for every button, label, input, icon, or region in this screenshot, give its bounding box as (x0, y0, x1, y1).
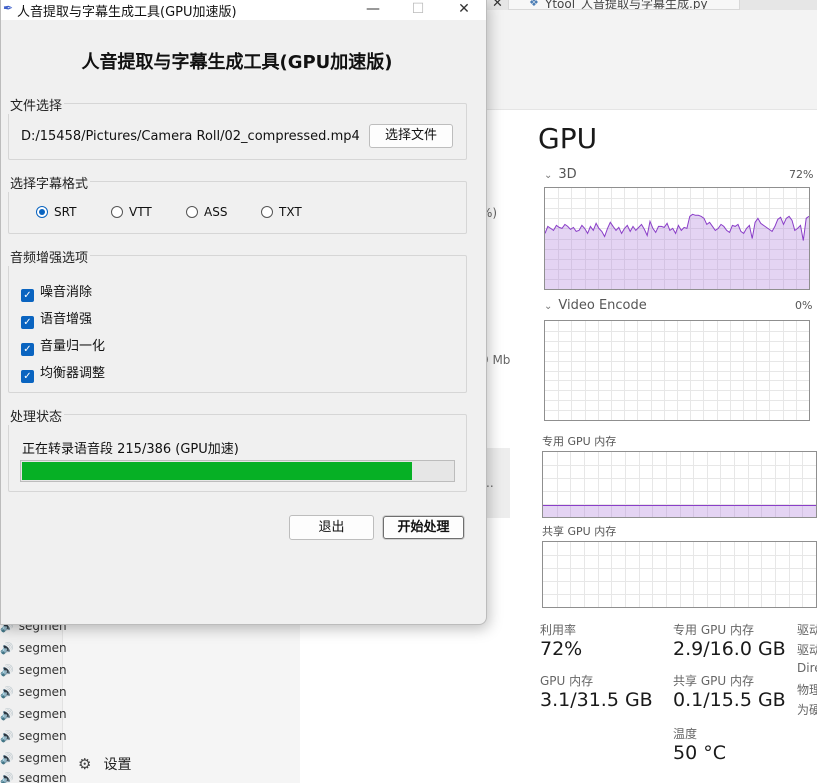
device-ellipsis-partial: .. (486, 476, 494, 490)
checkmark-icon: ✓ (21, 370, 34, 383)
reserved-memory-label-partial: 为硬 (797, 703, 817, 717)
graph-3d (544, 187, 810, 290)
explorer-settings-item[interactable]: ⚙ 设置 (78, 754, 131, 774)
app-heading: 人音提取与字幕生成工具(GPU加速版) (81, 52, 393, 73)
gpu-memory-value: 3.1/31.5 GB (540, 689, 653, 711)
start-processing-button[interactable]: 开始处理 (383, 516, 464, 539)
maximize-button[interactable]: ☐ (398, 0, 438, 20)
shared-memory-value: 0.1/15.5 GB (673, 689, 786, 711)
processing-status-text: 正在转录语音段 215/386 (GPU加速) (22, 442, 239, 457)
driver-label-partial: 驱动 (797, 623, 817, 637)
processing-status-title: 处理状态 (8, 406, 65, 425)
driver-date-label-partial: 驱动 (797, 643, 817, 657)
close-button[interactable]: ✕ (444, 0, 484, 20)
voice-enhancement-checkbox[interactable]: ✓ 语音增强 (21, 308, 92, 329)
graph-3d-label[interactable]: ⌄ 3D (544, 167, 577, 182)
file-selection-title: 文件选择 (8, 95, 65, 114)
progress-fill (22, 462, 412, 480)
graph-video-encode (544, 320, 810, 421)
volume-normalize-checkbox[interactable]: ✓ 音量归一化 (21, 335, 105, 356)
segment-file-item[interactable]: 🔊 segmen (0, 751, 67, 773)
graph-shared-memory (542, 541, 817, 608)
utilization-label: 利用率 (540, 623, 577, 637)
graph-dedicated-memory (542, 451, 817, 518)
graph-video-encode-value: 0% (795, 299, 813, 312)
dedicated-memory-usage-area (543, 505, 816, 517)
chevron-down-icon: ⌄ (544, 301, 553, 312)
physical-location-label-partial: 物理 (797, 683, 817, 697)
graph-dedicated-memory-label: 专用 GPU 内存 (542, 435, 617, 448)
minimize-button[interactable]: — (353, 0, 393, 20)
gear-icon: ⚙ (78, 755, 92, 773)
editor-tab[interactable]: ❖ Ytool_人音提取与字幕生成.py (508, 0, 740, 10)
segment-file-item[interactable]: 🔊 segmen (0, 729, 67, 751)
checkmark-icon: ✓ (21, 316, 34, 329)
utilization-value: 72% (540, 638, 583, 660)
graph-shared-memory-label: 共享 GPU 内存 (542, 525, 617, 538)
radio-indicator (261, 206, 273, 218)
dedicated-memory-value: 2.9/16.0 GB (673, 638, 786, 660)
radio-indicator (36, 206, 48, 218)
graph-video-encode-grid (545, 321, 809, 420)
audio-file-icon: 🔊 (0, 664, 14, 677)
gpu-memory-label: GPU 内存 (540, 674, 594, 688)
checkmark-icon: ✓ (21, 289, 34, 302)
audio-file-icon: 🔊 (0, 730, 14, 743)
noise-reduction-checkbox[interactable]: ✓ 噪音消除 (21, 281, 92, 302)
equalizer-checkbox[interactable]: ✓ 均衡器调整 (21, 362, 105, 383)
dedicated-memory-label: 专用 GPU 内存 (673, 623, 754, 637)
temperature-value: 50 °C (673, 742, 726, 764)
audio-file-icon: 🔊 (0, 772, 14, 783)
audio-enhancement-title: 音频增强选项 (8, 247, 91, 266)
graph-3d-value: 72% (789, 168, 814, 181)
audio-file-icon: 🔊 (0, 708, 14, 721)
graph-shared-memory-grid (543, 542, 816, 607)
subtitle-format-title: 选择字幕格式 (8, 173, 91, 192)
processing-progress-bar (20, 460, 455, 482)
chevron-down-icon: ⌄ (544, 170, 553, 181)
segment-file-item[interactable]: 🔊 segmen (0, 663, 67, 685)
graph-video-encode-label[interactable]: ⌄ Video Encode (544, 298, 647, 313)
segment-file-item[interactable]: 🔊 segmen (0, 771, 67, 783)
directx-label-partial: Dire (797, 661, 817, 675)
format-radio-srt[interactable]: SRT (36, 205, 76, 221)
checkmark-icon: ✓ (21, 343, 34, 356)
audio-file-icon: 🔊 (0, 752, 14, 765)
graph-dedicated-memory-plot (543, 452, 816, 517)
temperature-label: 温度 (673, 727, 698, 741)
exit-button[interactable]: 退出 (289, 515, 374, 540)
choose-file-button[interactable]: 选择文件 (369, 124, 453, 148)
format-radio-ass[interactable]: ASS (186, 205, 227, 221)
shared-memory-label: 共享 GPU 内存 (673, 674, 754, 688)
segment-file-item[interactable]: 🔊 segmen (0, 641, 67, 663)
selected-device-item[interactable]: .. (486, 448, 510, 518)
format-radio-vtt[interactable]: VTT (111, 205, 152, 221)
gpu-title: GPU (538, 122, 598, 155)
graph-3d-plot (544, 188, 810, 289)
editor-tab-label: Ytool_人音提取与字幕生成.py (545, 0, 708, 10)
feather-app-icon: ✒ (3, 1, 14, 15)
python-file-icon: ❖ (529, 0, 539, 9)
segment-file-item[interactable]: 🔊 segmen (0, 707, 67, 729)
audio-file-icon: 🔊 (0, 686, 14, 699)
audio-file-icon: 🔊 (0, 642, 14, 655)
subtitle-tool-dialog: ✒ 人音提取与字幕生成工具(GPU加速版) — ☐ ✕ 人音提取与字幕生成工具(… (0, 0, 487, 625)
format-radio-txt[interactable]: TXT (261, 205, 302, 221)
dialog-window-title: 人音提取与字幕生成工具(GPU加速版) (17, 5, 237, 20)
segment-file-item[interactable]: 🔊 segmen (0, 685, 67, 707)
radio-indicator (111, 206, 123, 218)
selected-file-path: D:/15458/Pictures/Camera Roll/02_compres… (21, 129, 360, 144)
dialog-titlebar[interactable]: ✒ 人音提取与字幕生成工具(GPU加速版) — ☐ ✕ (1, 0, 486, 20)
radio-indicator (186, 206, 198, 218)
